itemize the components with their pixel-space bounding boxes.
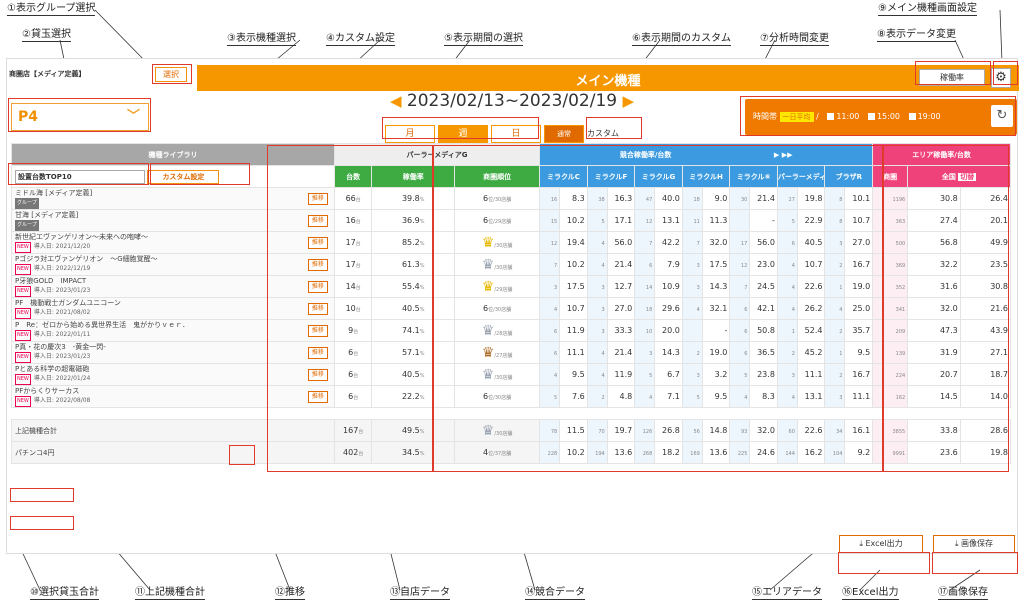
download-icon: ⤓ [954,539,959,548]
date-range: ◀ 2023/02/13~2023/02/19 ▶ [387,91,637,111]
callout-area-data: ⑮エリアデータ [752,587,822,600]
callout-machine-total: ⑪上記機種合計 [135,587,205,600]
callout-data-change: ⑧表示データ変更 [877,29,956,42]
date-range-text: 2023/02/13~2023/02/19 [406,91,618,111]
callout-comp-data: ⑭競合データ [525,587,585,600]
frame-ball-total [10,516,74,530]
intro-date: 導入日: 2022/01/11 [33,331,91,338]
intro-date: 導入日: 2023/01/23 [33,353,91,360]
frame-machine-total [10,488,74,502]
callout-ball-select: ②貸玉選択 [22,29,71,42]
callout-custom-setting: ④カスタム設定 [326,33,395,46]
title-bar: メイン機種 稼働率 ⚙ [197,65,1019,91]
page-title: メイン機種 [575,74,641,89]
normal-mode-button[interactable]: 通常 [544,125,584,143]
intro-date: 導入日: 2022/01/24 [33,375,91,382]
new-tag: NEW [15,308,31,319]
image-save-label: 画像保存 [961,539,994,548]
callout-excel: ⑯Excel出力 [842,587,899,600]
frame-custom-setting [150,163,250,185]
frame-machine-select [8,163,149,185]
intro-date: 導入日: 2022/08/08 [33,397,91,404]
store-label: 商圏店【メディア定義】 [9,70,86,78]
frame-data-change [915,61,991,85]
excel-export-label: Excel出力 [865,539,903,548]
callout-period-select: ⑤表示期間の選択 [444,33,523,46]
frame-own-data [267,145,433,472]
intro-date: 導入日: 2023/01/23 [33,287,91,294]
frame-excel [838,552,930,574]
frame-comp-data [433,145,883,472]
callout-own-data: ⑬自店データ [390,587,450,600]
new-tag: NEW [15,374,31,385]
group-tag: グループ [15,220,39,231]
new-tag: NEW [15,330,31,341]
intro-date: 導入日: 2022/12/19 [33,265,91,272]
frame-ball-select [8,98,151,132]
next-period-arrow-icon[interactable]: ▶ [623,92,635,110]
callout-period-custom: ⑥表示期間のカスタム [632,33,731,46]
callout-analysis-time: ⑦分析時間変更 [760,33,829,46]
new-tag: NEW [15,286,31,297]
new-tag: NEW [15,396,31,407]
prev-period-arrow-icon[interactable]: ◀ [390,92,402,110]
image-save-button[interactable]: ⤓ 画像保存 [933,535,1015,553]
excel-export-button[interactable]: ⤓ Excel出力 [839,535,923,553]
download-icon: ⤓ [859,539,863,548]
callout-machine-select: ③表示機種選択 [227,33,296,46]
frame-area-data [883,145,1009,472]
callout-group-select: ①表示グループ選択 [7,3,96,16]
frame-period-custom [586,117,642,139]
intro-date: 導入日: 2021/08/02 [33,309,91,316]
group-tag: グループ [15,198,39,209]
intro-date: 導入日: 2021/12/20 [33,243,91,250]
callout-ball-total: ⑩選択貸玉合計 [30,587,99,600]
callout-trend: ⑫推移 [275,587,305,600]
callout-main-settings: ⑨メイン機種画面設定 [878,3,977,16]
callout-image-save: ⑰画像保存 [938,587,988,600]
manual-figure: ①表示グループ選択 ②貸玉選択 ③表示機種選択 ④カスタム設定 ⑤表示期間の選択… [0,0,1024,601]
new-tag: NEW [15,264,31,275]
new-tag: NEW [15,242,31,253]
frame-trend [229,445,255,465]
frame-settings [993,61,1018,85]
frame-group-select [152,64,192,84]
frame-period [382,117,539,139]
new-tag: NEW [15,352,31,363]
frame-image-save [932,552,1018,574]
frame-analysis-time [740,96,1016,136]
